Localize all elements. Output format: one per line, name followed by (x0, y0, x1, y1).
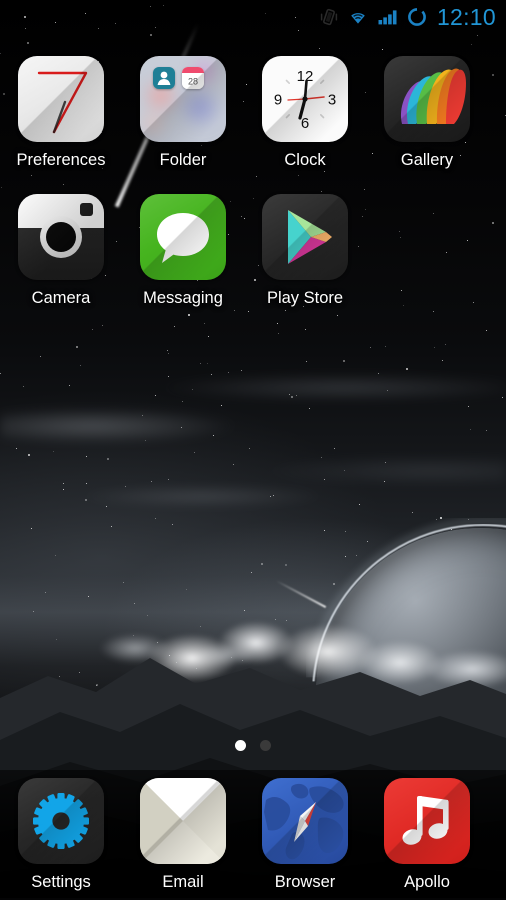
clock-icon[interactable]: 12 3 6 9 (262, 56, 348, 142)
app-clock[interactable]: 12 3 6 9 Clock (246, 56, 364, 170)
vibrate-icon (319, 7, 339, 27)
clock-numeral-9: 9 (274, 92, 282, 109)
clock-numeral-3: 3 (328, 92, 336, 109)
folder-mini-calendar-icon: 28 (182, 67, 204, 89)
camera-icon[interactable] (18, 194, 104, 280)
status-bar[interactable]: 12:10 (0, 0, 506, 34)
app-grid: Preferences 28 Folder 12 3 6 9 Clock Gal… (0, 56, 506, 308)
signal-icon (377, 7, 399, 27)
messaging-icon[interactable] (140, 194, 226, 280)
page-indicator[interactable] (0, 740, 506, 751)
wifi-icon (346, 7, 370, 27)
app-preferences[interactable]: Preferences (2, 56, 120, 170)
app-camera[interactable]: Camera (2, 194, 120, 308)
battery-circle-icon (406, 6, 428, 28)
dock-item-email[interactable]: Email (124, 778, 242, 892)
dock-label: Email (162, 873, 204, 891)
play-store-icon[interactable] (262, 194, 348, 280)
app-gallery[interactable]: Gallery (368, 56, 486, 170)
svg-text:28: 28 (188, 77, 198, 87)
gallery-icon[interactable] (384, 56, 470, 142)
app-play-store[interactable]: Play Store (246, 194, 364, 308)
dock-label: Apollo (404, 873, 450, 891)
app-folder[interactable]: 28 Folder (124, 56, 242, 170)
app-row-1: Preferences 28 Folder 12 3 6 9 Clock Gal… (0, 56, 506, 170)
app-label: Clock (284, 151, 326, 169)
clock-numeral-12: 12 (297, 68, 314, 85)
folder-icon[interactable]: 28 (140, 56, 226, 142)
folder-mini-contacts-icon (153, 67, 175, 89)
page-dot-inactive[interactable] (260, 740, 271, 751)
status-bar-clock: 12:10 (436, 3, 496, 30)
settings-gear-icon[interactable] (18, 778, 104, 864)
app-label: Preferences (16, 151, 106, 169)
app-label: Folder (159, 151, 207, 169)
dock-item-apollo[interactable]: Apollo (368, 778, 486, 892)
app-label: Play Store (266, 289, 344, 307)
app-label: Gallery (400, 151, 454, 169)
app-messaging[interactable]: Messaging (124, 194, 242, 308)
app-label: Messaging (143, 289, 223, 307)
dock-item-settings[interactable]: Settings (2, 778, 120, 892)
app-row-2: Camera Messaging Play Store (0, 194, 506, 308)
envelope-icon[interactable] (140, 778, 226, 864)
home-screen: 12:10 Preferences 28 Folder 12 3 6 9 Clo… (0, 0, 506, 900)
dock: Settings Email Browser Apollo (0, 770, 506, 898)
app-grid-empty-slot (368, 194, 486, 308)
dock-row: Settings Email Browser Apollo (0, 778, 506, 892)
clock-numeral-6: 6 (301, 115, 309, 132)
music-note-icon[interactable] (384, 778, 470, 864)
dock-label: Browser (274, 873, 336, 891)
page-dot-active[interactable] (235, 740, 246, 751)
dock-label: Settings (31, 873, 91, 891)
app-label: Camera (31, 289, 91, 307)
compass-globe-icon[interactable] (262, 778, 348, 864)
dock-item-browser[interactable]: Browser (246, 778, 364, 892)
preferences-icon[interactable] (18, 56, 104, 142)
